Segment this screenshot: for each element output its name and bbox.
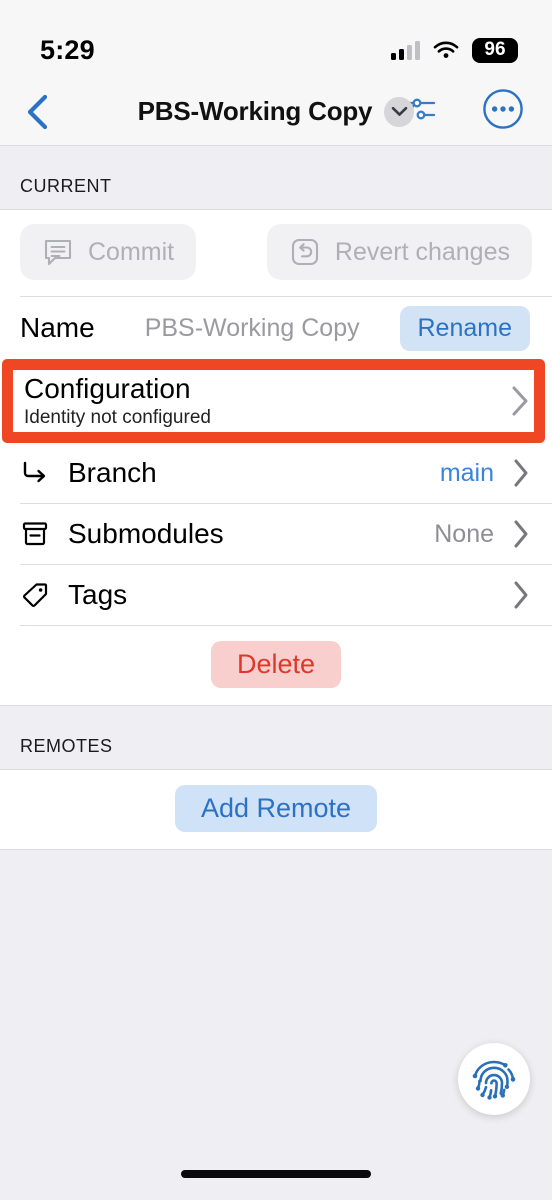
revert-button-label: Revert changes — [334, 237, 510, 266]
current-actions-row: Commit Revert changes — [0, 210, 552, 296]
configuration-chevron — [510, 385, 530, 417]
page-title: PBS-Working Copy — [137, 96, 373, 126]
tags-chevron — [512, 580, 530, 610]
branch-value: main — [439, 458, 494, 487]
chevron-right-icon — [512, 386, 528, 416]
archive-box-icon — [20, 519, 62, 549]
current-section-header: CURRENT — [0, 146, 552, 209]
add-remote-button[interactable]: Add Remote — [174, 785, 378, 833]
name-row: Name PBS-Working Copy Rename — [0, 297, 552, 359]
chevron-right-icon — [514, 520, 528, 548]
delete-row: Delete — [0, 626, 552, 706]
branch-label: Branch — [68, 457, 157, 489]
commit-button[interactable]: Commit — [20, 224, 197, 280]
remotes-section-group: Add Remote — [0, 769, 552, 851]
fingerprint-button[interactable] — [458, 1043, 530, 1115]
wifi-icon — [433, 41, 459, 58]
chevron-right-icon — [514, 459, 528, 487]
status-bar: 5:29 96 — [0, 0, 552, 78]
chevron-right-icon — [514, 581, 528, 609]
branch-row[interactable]: Branch main — [0, 443, 552, 504]
cellular-signal-icon — [391, 40, 420, 60]
commit-message-icon — [44, 239, 72, 266]
status-indicators: 96 — [391, 37, 518, 63]
tags-label: Tags — [68, 579, 128, 611]
configuration-title: Configuration — [24, 373, 191, 404]
branch-arrow-icon — [20, 458, 62, 488]
configuration-row[interactable]: Configuration Identity not configured — [0, 359, 552, 444]
revert-changes-button[interactable]: Revert changes — [266, 224, 532, 280]
configuration-subtitle: Identity not configured — [24, 407, 211, 429]
add-remote-row: Add Remote — [0, 770, 552, 850]
name-label: Name — [20, 312, 95, 343]
configuration-highlight-wrapper: Configuration Identity not configured — [0, 359, 552, 444]
branch-chevron — [512, 458, 530, 488]
configuration-texts: Configuration Identity not configured — [24, 373, 211, 429]
tags-row[interactable]: Tags — [0, 565, 552, 626]
submodules-row[interactable]: Submodules None — [0, 504, 552, 565]
status-time: 5:29 — [40, 34, 95, 65]
title-dropdown-button[interactable] — [384, 96, 415, 127]
submodules-value: None — [434, 519, 494, 548]
chevron-left-icon — [27, 94, 48, 129]
submodules-label: Submodules — [68, 518, 224, 550]
delete-button[interactable]: Delete — [210, 641, 342, 689]
remotes-section-header: REMOTES — [0, 706, 552, 770]
navigation-bar: PBS-Working Copy — [0, 78, 552, 146]
chevron-down-icon — [391, 106, 408, 116]
rename-button[interactable]: Rename — [399, 305, 530, 351]
commit-button-label: Commit — [88, 237, 175, 266]
submodules-chevron — [512, 519, 530, 549]
current-section-group: Commit Revert changes Name PBS-Working C… — [0, 209, 552, 707]
name-value: PBS-Working Copy — [144, 313, 360, 342]
more-circle-icon — [483, 89, 523, 129]
home-indicator — [181, 1170, 371, 1178]
fingerprint-icon — [472, 1060, 516, 1100]
tag-icon — [20, 580, 62, 610]
battery-indicator: 96 — [472, 37, 518, 63]
more-options-button[interactable] — [482, 88, 524, 135]
revert-undo-icon — [291, 238, 318, 266]
back-button[interactable] — [14, 94, 62, 130]
